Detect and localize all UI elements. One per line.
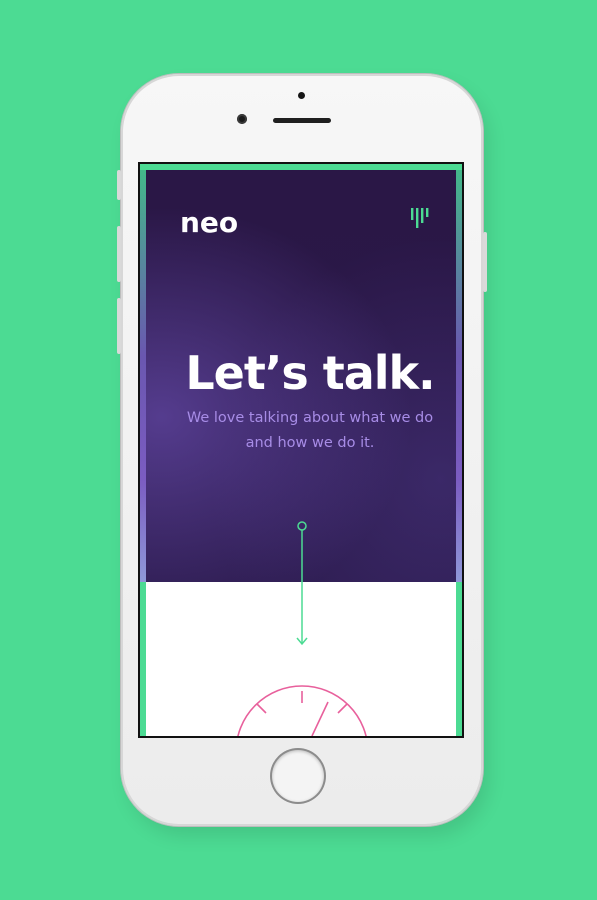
home-button[interactable]	[272, 750, 324, 802]
front-camera	[237, 114, 247, 124]
earpiece-speaker	[273, 118, 331, 123]
speedometer-gauge-icon	[237, 685, 367, 736]
mute-switch	[117, 170, 121, 200]
web-page: neo Let’s talk. We love talking about wh…	[140, 164, 462, 736]
volume-up-button	[117, 226, 121, 282]
phone-frame: neo Let’s talk. We love talking about wh…	[117, 74, 487, 826]
proximity-sensor	[298, 92, 305, 99]
volume-down-button	[117, 298, 121, 354]
power-button	[483, 232, 487, 292]
phone-screen: neo Let’s talk. We love talking about wh…	[138, 162, 464, 738]
